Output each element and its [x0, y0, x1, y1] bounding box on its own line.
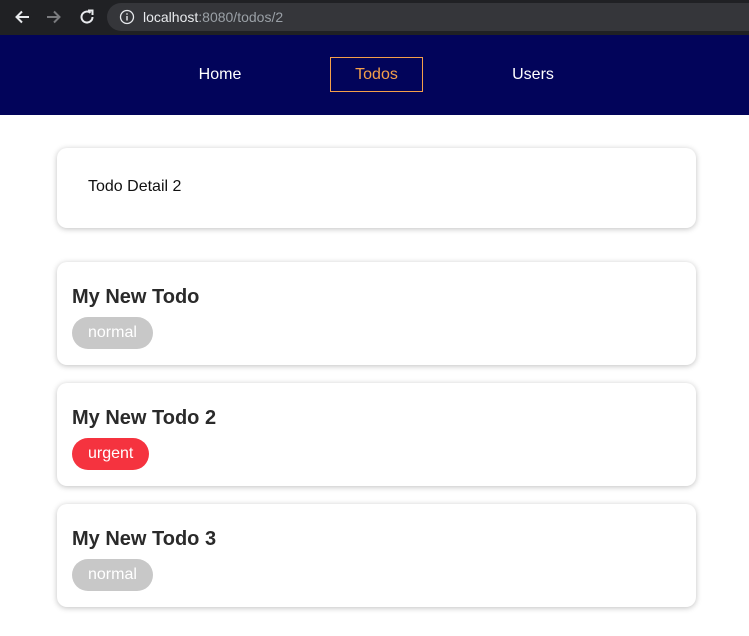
todo-title: My New Todo 3 — [72, 528, 217, 550]
todo-card[interactable]: My New Todo 3 normal — [57, 504, 696, 607]
reload-icon[interactable] — [76, 6, 98, 28]
forward-arrow-icon[interactable] — [43, 6, 65, 28]
todo-title: My New Todo — [72, 286, 200, 308]
todo-detail-title: Todo Detail 2 — [88, 178, 182, 195]
nav-users[interactable]: Users — [494, 57, 572, 92]
nav-todos[interactable]: Todos — [330, 57, 423, 92]
todo-title: My New Todo 2 — [72, 407, 217, 429]
address-bar[interactable]: localhost:8080/todos/2 — [107, 3, 749, 31]
url-host: localhost — [143, 9, 199, 25]
info-icon[interactable] — [119, 9, 135, 25]
todo-detail-card: Todo Detail 2 — [57, 148, 696, 228]
priority-badge[interactable]: normal — [72, 559, 153, 591]
todo-card[interactable]: My New Todo normal — [57, 262, 696, 365]
browser-toolbar: localhost:8080/todos/2 — [0, 0, 749, 35]
priority-badge[interactable]: normal — [72, 317, 153, 349]
url-path: :8080/todos/2 — [198, 9, 284, 25]
app-header: Home Todos Users — [0, 35, 749, 115]
priority-badge[interactable]: urgent — [72, 438, 150, 470]
back-arrow-icon[interactable] — [11, 6, 33, 28]
nav-home[interactable]: Home — [181, 57, 259, 92]
todo-card[interactable]: My New Todo 2 urgent — [57, 383, 696, 486]
